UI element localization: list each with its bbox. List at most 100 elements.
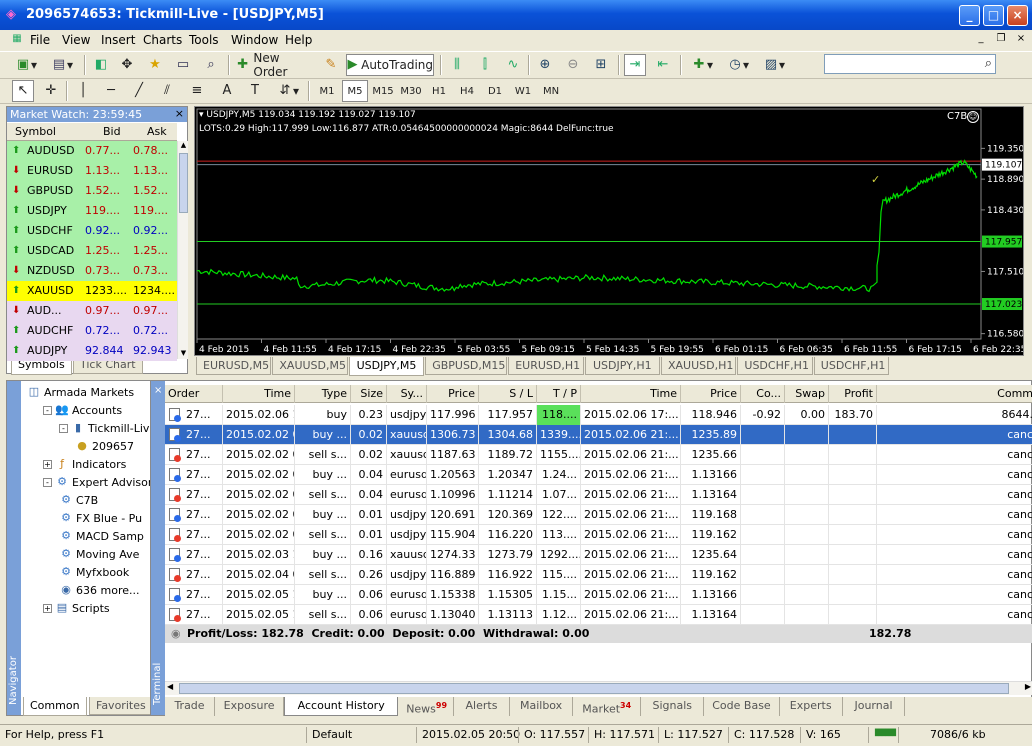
- scroll-left-icon[interactable]: ◀: [167, 682, 173, 691]
- chart-tab[interactable]: USDCHF,H1: [813, 357, 890, 375]
- history-row[interactable]: 27...2015.02.02 06:...sell s...0.04eurus…: [165, 485, 1032, 505]
- mdi-restore-icon[interactable]: ❐: [994, 32, 1008, 46]
- terminal-button[interactable]: ▭: [172, 54, 194, 76]
- menu-file[interactable]: File: [30, 33, 50, 47]
- terminal-tab[interactable]: News99: [398, 697, 454, 716]
- column-header[interactable]: Size: [351, 385, 387, 403]
- navigator-item[interactable]: ◉ 636 more...: [59, 583, 139, 597]
- chart-tab[interactable]: EURUSD,H1: [508, 357, 584, 375]
- market-watch-close-icon[interactable]: ×: [175, 107, 184, 120]
- market-watch-row[interactable]: ⬆ AUDUSD 0.77... 0.78...: [7, 141, 177, 161]
- fibonacci-button[interactable]: ≡: [186, 80, 208, 102]
- market-watch-row[interactable]: ⬇ EURUSD 1.13... 1.13...: [7, 161, 177, 181]
- autoscroll-button[interactable]: ⇥: [624, 54, 646, 76]
- maximize-button[interactable]: □: [983, 5, 1004, 26]
- history-row[interactable]: 27...2015.02.06 15:...buy0.23usdjpy117.9…: [165, 405, 1032, 425]
- expand-icon[interactable]: +: [43, 603, 52, 613]
- search-icon[interactable]: ⌕: [985, 56, 992, 71]
- chart-tab[interactable]: GBPUSD,M15: [425, 357, 508, 375]
- tab-favorites[interactable]: Favorites: [89, 697, 153, 715]
- market-watch-row[interactable]: ⬆ AUDJPY 92.844 92.943: [7, 341, 177, 361]
- chart-tab[interactable]: XAUUSD,M5: [272, 357, 348, 375]
- metaeditor-button[interactable]: ✎: [320, 54, 342, 76]
- column-header[interactable]: S / L: [479, 385, 537, 403]
- column-header[interactable]: Co...: [741, 385, 785, 403]
- history-row[interactable]: 27...2015.02.05 15:...sell s...0.06eurus…: [165, 605, 1032, 625]
- scroll-thumb[interactable]: [179, 153, 188, 213]
- scroll-right-icon[interactable]: ▶: [1025, 682, 1031, 691]
- search-input[interactable]: ⌕: [824, 54, 996, 74]
- chart-tab[interactable]: USDCHF,H1: [737, 357, 813, 375]
- tile-windows-button[interactable]: ⊞: [590, 54, 612, 76]
- market-watch-scrollbar[interactable]: ▲ ▼: [177, 141, 188, 359]
- market-watch-row[interactable]: ⬆ XAUUSD 1233.... 1234....: [7, 281, 177, 301]
- column-header[interactable]: Sy...: [387, 385, 427, 403]
- timeframe-m1-button[interactable]: M1: [314, 80, 340, 102]
- chart-window-icon[interactable]: ▦: [10, 32, 24, 46]
- chart-tab[interactable]: XAUUSD,H1: [661, 357, 737, 375]
- navigator-item[interactable]: ⚙ MACD Samp: [59, 529, 144, 543]
- terminal-tab[interactable]: Mailbox: [510, 697, 573, 716]
- chart-tab[interactable]: USDJPY,M5: [348, 357, 425, 376]
- text-label-button[interactable]: T: [244, 80, 266, 102]
- col-symbol[interactable]: Symbol: [15, 125, 56, 138]
- text-button[interactable]: A: [216, 80, 238, 102]
- col-bid[interactable]: Bid: [103, 125, 121, 138]
- timeframe-w1-button[interactable]: W1: [510, 80, 536, 102]
- menu-charts[interactable]: Charts: [143, 33, 182, 47]
- navigator-item[interactable]: ⚙ Moving Ave: [59, 547, 139, 561]
- chart-shift-button[interactable]: ⇤: [652, 54, 674, 76]
- market-watch-row[interactable]: ⬆ USDCHF 0.92... 0.92...: [7, 221, 177, 241]
- crosshair-button[interactable]: ✛: [40, 80, 62, 102]
- terminal-tab[interactable]: Journal: [843, 697, 906, 716]
- new-order-button[interactable]: ✚ New Order: [234, 51, 316, 79]
- trendline-button[interactable]: ╱: [128, 80, 150, 102]
- column-header[interactable]: Profit: [829, 385, 877, 403]
- history-row[interactable]: 27...2015.02.05 15:...buy ...0.06eurusd1…: [165, 585, 1032, 605]
- history-row[interactable]: 27...2015.02.02 06:...buy ...0.01usdjpy1…: [165, 505, 1032, 525]
- scroll-up-icon[interactable]: ▲: [179, 141, 188, 151]
- col-ask[interactable]: Ask: [147, 125, 167, 138]
- terminal-tab[interactable]: Experts: [780, 697, 843, 716]
- terminal-tab[interactable]: Account History: [284, 697, 399, 716]
- market-watch-row[interactable]: ⬆ AUDCHF 0.72... 0.72...: [7, 321, 177, 341]
- timeframe-h4-button[interactable]: H4: [454, 80, 480, 102]
- menu-view[interactable]: View: [62, 33, 90, 47]
- terminal-tab[interactable]: Exposure: [215, 697, 285, 716]
- timeframe-d1-button[interactable]: D1: [482, 80, 508, 102]
- cursor-button[interactable]: ↖: [12, 80, 34, 102]
- candlestick-button[interactable]: ⫿: [474, 54, 496, 76]
- column-header[interactable]: Price: [681, 385, 741, 403]
- periods-button[interactable]: ◷ ▾: [722, 54, 754, 76]
- navigator-button[interactable]: ★: [144, 54, 166, 76]
- expand-icon[interactable]: +: [43, 459, 52, 469]
- strategy-tester-button[interactable]: ⌕: [200, 54, 222, 76]
- new-chart-button[interactable]: ▣ ▾: [10, 54, 42, 76]
- navigator-item[interactable]: - ⚙ Expert Advisors: [43, 475, 158, 489]
- navigator-item[interactable]: ⚙ C7B: [59, 493, 98, 507]
- history-row[interactable]: 27...2015.02.04 03:...sell s...0.26usdjp…: [165, 565, 1032, 585]
- line-chart-button[interactable]: ∿: [502, 54, 524, 76]
- collapse-icon[interactable]: -: [43, 405, 52, 415]
- navigator-item[interactable]: ⚙ Myfxbook: [59, 565, 129, 579]
- terminal-close-icon[interactable]: ×: [154, 385, 162, 396]
- navigator-item[interactable]: - ▮ Tickmill-Live: [59, 421, 156, 435]
- hscroll-thumb[interactable]: [179, 683, 1009, 694]
- market-watch-row[interactable]: ⬆ USDJPY 119.... 119....: [7, 201, 177, 221]
- minimize-button[interactable]: _: [959, 5, 980, 26]
- profiles-button[interactable]: ▤ ▾: [46, 54, 78, 76]
- indicators-button[interactable]: ✚ ▾: [686, 54, 718, 76]
- column-header[interactable]: Type: [295, 385, 351, 403]
- column-header[interactable]: T / P: [537, 385, 581, 403]
- autotrading-button[interactable]: ▶ AutoTrading: [346, 54, 434, 76]
- history-row[interactable]: 27...2015.02.02 06:...sell s...0.01usdjp…: [165, 525, 1032, 545]
- zoom-in-button[interactable]: ⊕: [534, 54, 556, 76]
- menu-tools[interactable]: Tools: [189, 33, 219, 47]
- terminal-tab[interactable]: Code Base: [704, 697, 780, 716]
- timeframe-m15-button[interactable]: M15: [370, 80, 396, 102]
- navigator-item[interactable]: + ▤ Scripts: [43, 601, 110, 615]
- bar-chart-button[interactable]: ⫼: [446, 54, 468, 76]
- mdi-minimize-icon[interactable]: _: [974, 32, 988, 46]
- history-row[interactable]: 27...2015.02.02 04:...buy ...0.02xauusd1…: [165, 425, 1032, 445]
- terminal-tab[interactable]: Alerts: [454, 697, 511, 716]
